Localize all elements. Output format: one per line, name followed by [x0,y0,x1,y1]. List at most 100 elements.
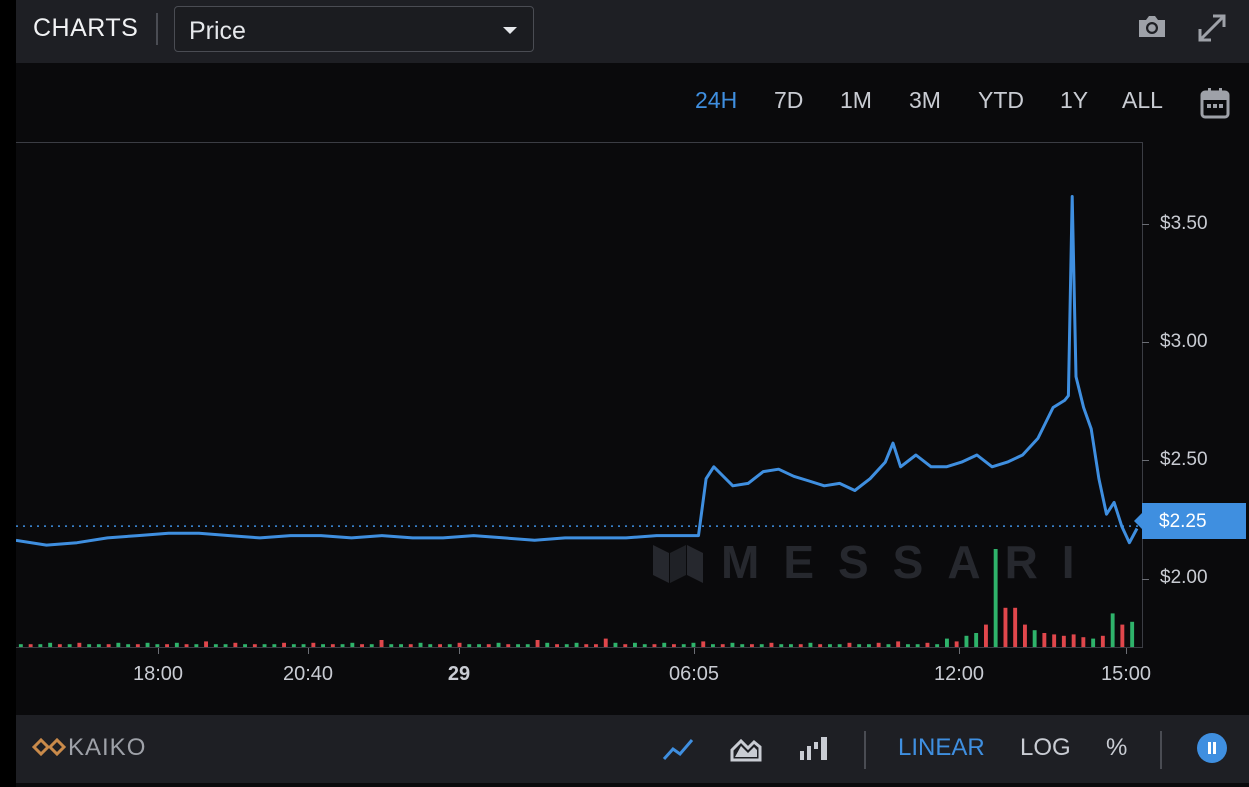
volume-bar [701,641,706,647]
x-tick [308,648,309,654]
volume-bar [681,644,686,647]
x-tick [1126,648,1127,654]
chart-footer: KAIKO LINEAR LOG % [16,715,1249,783]
volume-bar [301,644,306,647]
volume-bar [574,642,579,647]
volume-bar [584,644,589,647]
volume-bar [477,644,481,647]
volume-bar [720,644,725,647]
candle-chart-icon[interactable] [798,733,830,768]
volume-bar [506,644,511,647]
volume-bar [789,644,793,647]
volume-bar [915,644,920,647]
line-chart-icon[interactable] [662,733,694,768]
volume-bar [1100,635,1105,647]
data-source: KAIKO [68,734,147,761]
volume-bar [818,644,823,647]
volume-bar [691,642,696,647]
volume-bar [369,644,374,647]
area-chart-icon[interactable] [730,733,762,768]
volume-bar [184,644,189,647]
volume-bar [282,642,286,647]
volume-bar [87,644,92,647]
volume-bar [408,644,413,647]
volume-bar [984,624,988,647]
volume-bar [993,549,998,647]
volume-bar [340,644,345,647]
volume-bar [847,642,852,647]
volume-bar [350,642,355,647]
volume-bar [633,642,637,647]
volume-bar [711,644,715,647]
price-chart[interactable] [16,0,1249,660]
volume-bar [223,644,228,647]
y-tick [1142,342,1149,343]
volume-bar [945,638,949,647]
x-tick-label: 06:05 [668,663,720,685]
volume-bar [399,644,403,647]
volume-bar [77,642,82,647]
chart-widget: CHARTS Price 24H 7D 1M 3M YTD 1Y ALL MES… [16,0,1249,787]
volume-bar [330,644,335,647]
volume-bar [1003,607,1008,647]
volume-bar [204,641,208,647]
x-tick-label: 18:00 [132,663,184,685]
volume-bar [1023,624,1027,647]
volume-bar [876,642,881,647]
volume-bar [935,644,940,647]
volume-bar [243,644,247,647]
volume-bar [545,642,550,647]
volume-bar [642,644,647,647]
volume-bar [867,644,871,647]
x-tick-label: 15:00 [1100,663,1152,685]
volume-bar [311,642,316,647]
volume-bar [730,642,735,647]
volume-bar [564,644,569,647]
volume-bar [438,644,442,647]
pause-icon[interactable] [1197,733,1227,763]
volume-bar [886,644,891,647]
volume-bar [379,640,384,647]
volume-bar [964,635,969,647]
volume-bar [165,644,169,647]
volume-bar [457,642,462,647]
x-tick-label: 20:40 [282,663,334,685]
volume-bar [1120,624,1125,647]
scale-linear[interactable]: LINEAR [898,734,985,762]
x-tick [459,648,460,654]
volume-bar [272,644,277,647]
volume-bar [174,642,179,647]
volume-bar [447,644,452,647]
volume-bar [740,644,745,647]
volume-bar [525,644,530,647]
volume-bar [38,644,43,647]
volume-bar [779,644,784,647]
volume-bar [1110,613,1115,647]
volume-bar [252,644,257,647]
y-tick-label: $2.00 [1160,567,1208,588]
volume-bar [126,644,131,647]
volume-bar [535,640,540,647]
volume-bar [769,642,774,647]
volume-bar [808,642,813,647]
volume-bar [467,644,472,647]
volume-bar [106,644,111,647]
volume-bar [1061,635,1066,647]
volume-bar [759,644,764,647]
scale-percent[interactable]: % [1106,734,1127,762]
volume-bar [828,644,832,647]
current-price-tag: $2.25 [1134,503,1246,539]
volume-bar [48,642,53,647]
x-tick [694,648,695,654]
price-series-line[interactable] [16,195,1139,547]
volume-bar [194,644,199,647]
x-tick-label: 29 [447,663,471,685]
volume-bar [1081,637,1086,647]
volume-bar [18,644,23,647]
volume-bar [974,633,979,647]
volume-bar [428,644,433,647]
volume-bar [954,641,959,647]
scale-log[interactable]: LOG [1020,734,1071,762]
x-tick-label: 12:00 [933,663,985,685]
volume-bar [321,644,325,647]
